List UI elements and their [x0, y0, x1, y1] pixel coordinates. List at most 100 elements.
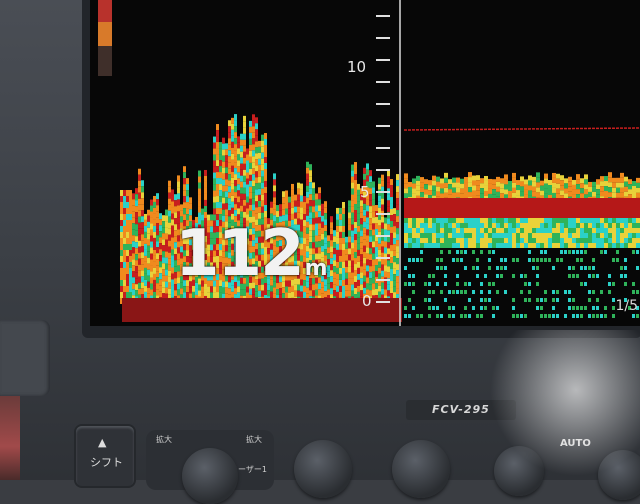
echo-cell: [222, 185, 225, 192]
echo-cell: [416, 233, 420, 238]
echo-cell: [381, 174, 384, 181]
echo-cell: [186, 196, 189, 203]
echo-cell: [363, 245, 366, 252]
echo-cell: [387, 236, 390, 243]
echo-cell: [285, 202, 288, 209]
echo-cell: [387, 206, 390, 213]
echo-cell: [624, 181, 628, 187]
echo-cell: [476, 218, 480, 223]
echo-cell: [186, 184, 189, 191]
echo-cell: [464, 218, 468, 223]
echo-cell: [580, 233, 584, 238]
echo-cell: [339, 255, 342, 262]
echo-cell: [354, 186, 357, 193]
echo-cell: [620, 266, 623, 270]
echo-cell: [378, 261, 381, 268]
echo-cell: [345, 272, 348, 279]
echo-cell: [496, 181, 500, 187]
echo-cell: [476, 228, 480, 233]
echo-cell: [237, 142, 240, 149]
echo-cell: [488, 228, 492, 233]
echo-cell: [348, 218, 351, 225]
auto-knob[interactable]: [494, 446, 544, 496]
echo-cell: [123, 220, 126, 226]
echo-cell: [225, 173, 228, 180]
echo-cell: [393, 220, 396, 227]
echo-cell: [129, 220, 132, 226]
echo-cell: [183, 208, 186, 215]
echo-cell: [378, 249, 381, 256]
echo-cell: [556, 233, 560, 238]
echo-cell: [336, 219, 339, 226]
right-knob[interactable]: [598, 450, 640, 500]
echo-cell: [552, 172, 556, 178]
echo-cell: [228, 156, 231, 163]
echo-cell: [444, 243, 448, 248]
gain-knob[interactable]: [294, 440, 352, 498]
echo-cell: [544, 258, 547, 262]
echo-cell: [524, 223, 528, 228]
echo-cell: [258, 164, 261, 171]
echo-cell: [393, 238, 396, 245]
echo-cell: [448, 184, 452, 190]
echo-cell: [592, 290, 595, 294]
echo-cell: [345, 260, 348, 267]
echo-cell: [436, 238, 440, 243]
echo-cell: [360, 272, 363, 279]
echo-cell: [384, 259, 387, 266]
echo-cell: [592, 258, 595, 262]
echo-cell: [516, 233, 520, 238]
echo-cell: [162, 263, 165, 270]
echo-cell: [612, 282, 615, 286]
echo-cell: [162, 269, 165, 276]
echo-cell: [548, 180, 552, 186]
echo-cell: [360, 278, 363, 285]
echo-cell: [396, 174, 399, 181]
echo-cell: [381, 288, 384, 295]
echo-cell: [500, 233, 504, 238]
echo-cell: [576, 233, 580, 238]
echo-cell: [213, 154, 216, 161]
echo-cell: [183, 178, 186, 185]
echo-cell: [123, 256, 126, 262]
echo-cell: [360, 200, 363, 207]
echo-cell: [560, 223, 564, 228]
echo-cell: [189, 209, 192, 216]
echo-cell: [536, 306, 539, 310]
echo-cell: [273, 209, 276, 216]
echo-cell: [396, 186, 399, 193]
echo-cell: [138, 216, 141, 223]
echo-cell: [472, 290, 475, 294]
echo-cell: [123, 196, 126, 202]
echo-cell: [351, 206, 354, 213]
echo-cell: [255, 171, 258, 178]
echo-cell: [620, 177, 624, 183]
echo-cell: [468, 218, 472, 223]
echo-cell: [588, 238, 592, 243]
echo-cell: [132, 283, 135, 290]
echo-cell: [213, 292, 216, 299]
echo-cell: [440, 188, 444, 194]
echo-cell: [616, 228, 620, 233]
range-knob[interactable]: [392, 440, 450, 498]
echo-cell: [484, 233, 488, 238]
echo-cell: [168, 276, 171, 283]
echo-cell: [315, 199, 318, 206]
echo-cell: [162, 251, 165, 258]
mode-knob[interactable]: [182, 448, 238, 504]
shift-button[interactable]: ▲ シフト: [76, 426, 134, 486]
echo-cell: [472, 223, 476, 228]
echo-cell: [141, 198, 144, 205]
echo-cell: [324, 207, 327, 214]
side-panel: [0, 320, 50, 396]
echo-cell: [504, 266, 507, 270]
echo-cell: [171, 255, 174, 262]
echo-cell: [620, 187, 624, 193]
echo-cell: [576, 179, 580, 185]
echo-cell: [616, 218, 620, 223]
echo-cell: [564, 290, 567, 294]
echo-cell: [252, 150, 255, 157]
echo-cell: [568, 274, 571, 278]
echo-cell: [378, 273, 381, 280]
echo-cell: [339, 261, 342, 268]
